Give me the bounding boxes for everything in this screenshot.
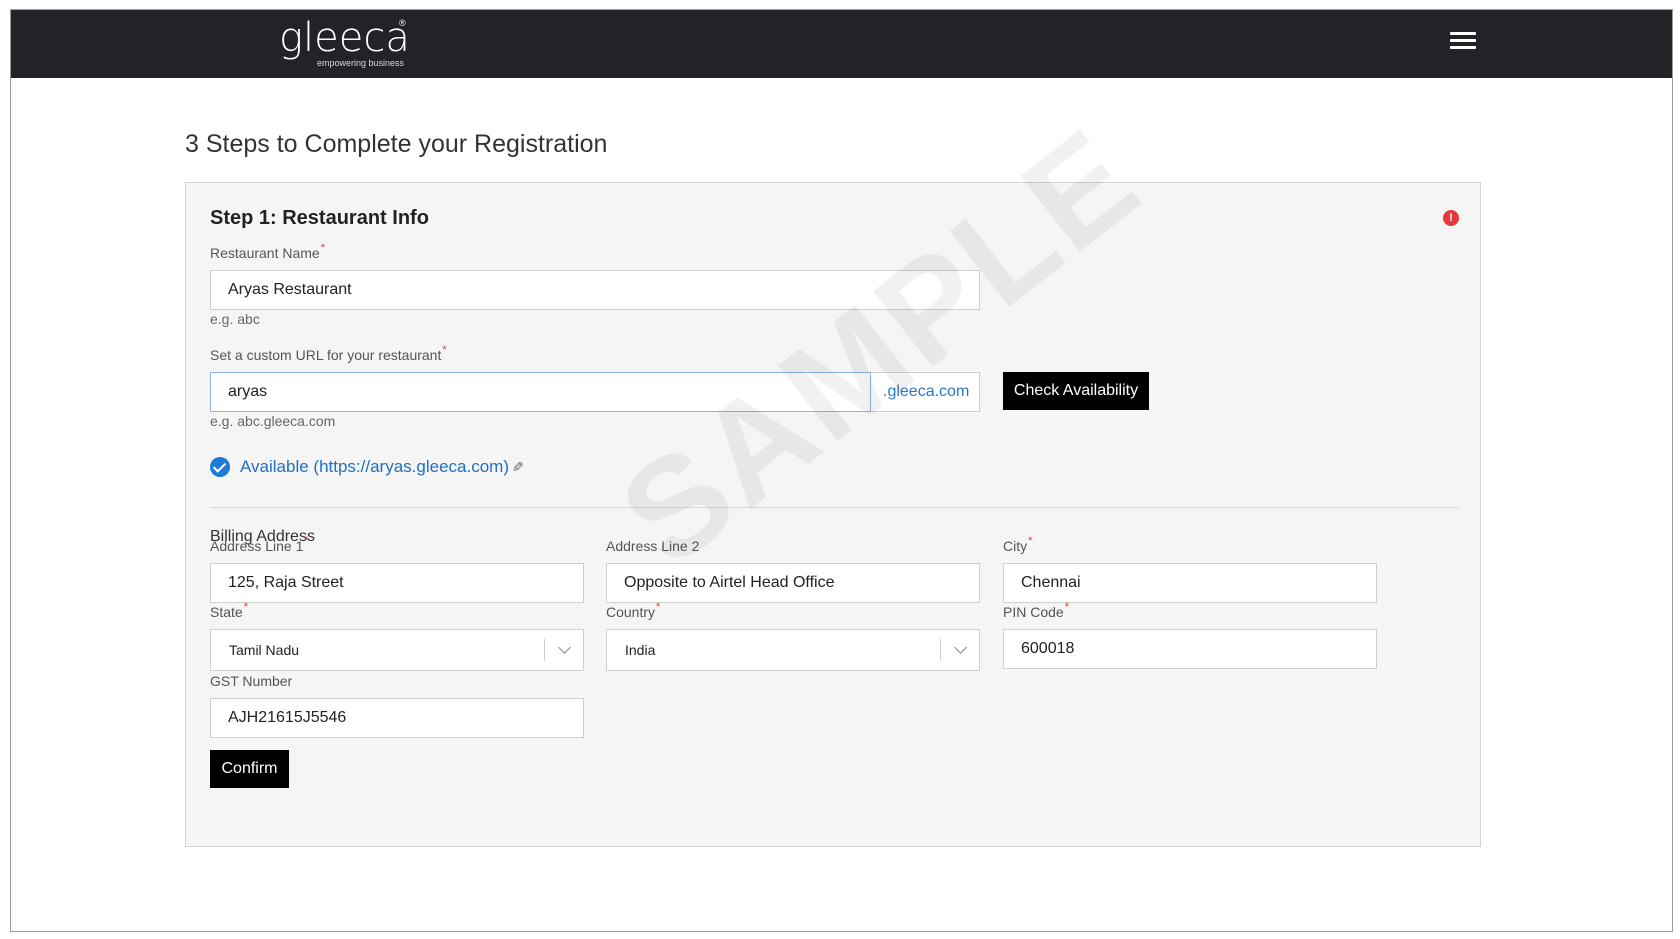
state-label: State* [210,601,248,620]
select-separator [940,639,941,661]
custom-url-label: Set a custom URL for your restaurant* [210,344,447,363]
hamburger-menu-icon[interactable] [1447,28,1479,56]
pin-code-input[interactable]: 600018 [1003,629,1377,669]
chevron-down-icon[interactable] [954,641,967,654]
page-title: 3 Steps to Complete your Registration [185,130,608,158]
gleeca-logo[interactable]: gleeca ® empowering business [279,15,410,68]
top-navigation-bar: gleeca ® empowering business [11,10,1672,78]
logo-wordmark: gleeca [279,15,410,61]
restaurant-name-label: Restaurant Name* [210,242,325,261]
restaurant-name-hint: e.g. abc [210,311,260,327]
section-divider [210,507,1459,508]
address-line2-input[interactable]: Opposite to Airtel Head Office [606,563,980,603]
alert-icon: ! [1443,210,1459,226]
city-label: City* [1003,535,1033,554]
logo-tagline: empowering business [317,58,405,68]
address-line1-input[interactable]: 125, Raja Street [210,563,584,603]
chevron-down-icon[interactable] [558,641,571,654]
custom-url-hint: e.g. abc.gleeca.com [210,413,336,429]
country-selected-value: India [625,642,656,658]
logo-registered-mark: ® [399,18,406,28]
country-select[interactable]: India [606,629,980,671]
check-availability-button[interactable]: Check Availability [1003,372,1149,410]
select-separator [544,639,545,661]
pin-code-label: PIN Code* [1003,601,1069,620]
gst-number-input[interactable]: AJH21615J5546 [210,698,584,738]
availability-link[interactable]: Available (https://aryas.gleeca.com) [240,457,509,477]
state-select[interactable]: Tamil Nadu [210,629,584,671]
step-title: Step 1: Restaurant Info [210,207,429,229]
registration-step-card: Step 1: Restaurant Info ! Restaurant Nam… [185,182,1481,847]
country-label: Country* [606,601,661,620]
edit-pencil-icon[interactable]: ✎ [512,459,524,476]
address-line2-label: Address Line 2 [606,538,700,554]
restaurant-name-input[interactable]: Aryas Restaurant [210,270,980,310]
address-line1-label-text: Address Line 1* [210,535,309,554]
gst-number-label: GST Number [210,673,293,689]
custom-url-input[interactable]: aryas [210,372,871,412]
city-input[interactable]: Chennai [1003,563,1377,603]
confirm-button[interactable]: Confirm [210,750,289,788]
availability-status: Available (https://aryas.gleeca.com) ✎ [210,457,524,477]
check-circle-icon [210,457,230,477]
state-selected-value: Tamil Nadu [229,642,300,658]
browser-frame: gleeca ® empowering business 3 Steps to … [10,9,1673,932]
domain-suffix: .gleeca.com [871,372,980,412]
